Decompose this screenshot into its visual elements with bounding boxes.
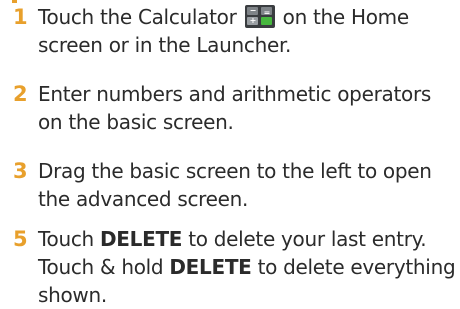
step-number: 1 [13,5,28,29]
step-number: 3 [13,159,28,183]
delete-keyword: DELETE [169,255,252,279]
step-text: Drag the basic screen to the left to ope… [38,159,432,211]
step-text-part: Touch [38,227,100,251]
calculator-icon: − = + [244,5,275,28]
delete-keyword: DELETE [99,227,183,251]
step-number: 2 [13,82,28,106]
step-text: Touch DELETE to delete your last entry. … [38,225,458,309]
step-text: Touch the Calculator − = + on the Home s… [38,3,458,59]
step-number: 5 [13,227,28,251]
step-text-part: Touch the Calculator [38,5,237,29]
step-text: Enter numbers and arithmetic operators o… [38,82,431,134]
